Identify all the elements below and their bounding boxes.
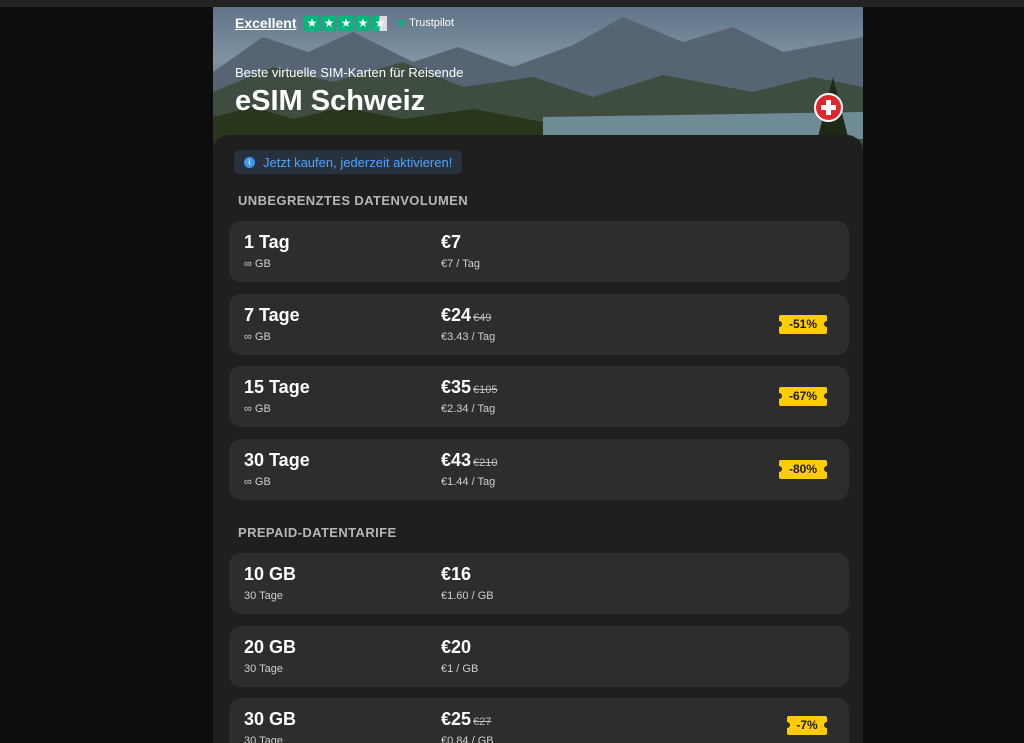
trustpilot-brand-name: Trustpilot	[409, 17, 454, 29]
plan-unit-price: €2.34 / Tag	[441, 403, 496, 415]
plan-old-price: €49	[473, 312, 492, 324]
plan-row-1-tag[interactable]: 1 Tag ∞ GB €7 €7 / Tag	[229, 221, 849, 282]
star-icon: ★	[338, 15, 354, 31]
plan-price-value: €24	[441, 305, 472, 325]
star-icon: ★	[321, 15, 337, 31]
star-icon: ★	[304, 15, 320, 31]
trustpilot-rating-text[interactable]: Excellent	[235, 15, 296, 31]
plans-card: i Jetzt kaufen, jederzeit aktivieren! UN…	[213, 135, 863, 743]
plan-name: 30 Tage	[244, 450, 310, 470]
plan-row-30-gb[interactable]: 30 GB 30 Tage €25 €27 €0.84 / GB -7%	[229, 698, 849, 743]
discount-badge: -67%	[776, 387, 830, 406]
plan-price-value: €7	[441, 232, 462, 252]
plan-price-value: €35	[441, 377, 472, 397]
plan-validity: 30 Tage	[244, 590, 283, 602]
trustpilot-logo: ★ Trustpilot	[395, 15, 453, 31]
plan-data: ∞ GB	[244, 258, 271, 270]
plan-unit-price: €7 / Tag	[441, 258, 480, 270]
hero-subtitle: Beste virtuelle SIM-Karten für Reisende	[235, 65, 464, 80]
star-icon: ★	[355, 15, 371, 31]
info-icon: i	[244, 156, 255, 168]
plan-row-7-tage[interactable]: 7 Tage ∞ GB €24 €49 €3.43 / Tag -51%	[229, 294, 849, 355]
plan-data: ∞ GB	[244, 331, 271, 343]
plan-price: €7	[441, 232, 461, 253]
half-star-icon: ★	[372, 15, 388, 31]
plan-price: €24 €49	[441, 305, 491, 326]
plan-price: €43 €210	[441, 450, 498, 471]
plan-validity: 30 Tage	[244, 663, 283, 675]
plan-data: ∞ GB	[244, 476, 271, 488]
plan-price: €20	[441, 637, 471, 658]
plan-row-30-tage[interactable]: 30 Tage ∞ GB €43 €210 €1.44 / Tag -80%	[229, 439, 849, 500]
plan-name: 1 Tag	[244, 232, 290, 252]
esim-page-panel: Excellent ★ ★ ★ ★ ★ ★ Trustpilot Beste v…	[213, 7, 863, 743]
section-title-unlimited: UNBEGRENZTES DATENVOLUMEN	[238, 193, 469, 208]
trustpilot-stars: ★ ★ ★ ★ ★	[304, 15, 388, 31]
page-title: eSIM Schweiz	[235, 85, 426, 117]
discount-badge: -7%	[784, 716, 830, 735]
plan-row-10-gb[interactable]: 10 GB 30 Tage €16 €1.60 / GB	[229, 553, 849, 614]
plan-name: 10 GB	[244, 564, 297, 584]
plan-name: 15 Tage	[244, 377, 310, 397]
plan-price: €16	[441, 564, 471, 585]
plan-old-price: €27	[473, 716, 492, 728]
plan-unit-price: €1.44 / Tag	[441, 476, 496, 488]
plan-price-value: €16	[441, 564, 472, 584]
plan-price-value: €43	[441, 450, 472, 470]
plan-unit-price: €3.43 / Tag	[441, 331, 496, 343]
activation-info-text: Jetzt kaufen, jederzeit aktivieren!	[263, 154, 453, 170]
discount-badge: -80%	[776, 460, 830, 479]
plan-data: ∞ GB	[244, 403, 271, 415]
plan-old-price: €105	[473, 384, 498, 396]
plan-validity: 30 Tage	[244, 735, 283, 743]
section-title-prepaid: PREPAID-DATENTARIFE	[238, 525, 397, 540]
swiss-flag-icon	[814, 93, 843, 122]
browser-top-bar	[0, 0, 1024, 7]
plan-row-20-gb[interactable]: 20 GB 30 Tage €20 €1 / GB	[229, 626, 849, 687]
plan-name: 30 GB	[244, 709, 297, 729]
trustpilot-star-icon: ★	[395, 15, 408, 30]
plan-row-15-tage[interactable]: 15 Tage ∞ GB €35 €105 €2.34 / Tag -67%	[229, 366, 849, 427]
plan-price-value: €25	[441, 709, 472, 729]
plan-unit-price: €0.84 / GB	[441, 735, 494, 743]
plan-price: €35 €105	[441, 377, 498, 398]
plan-name: 20 GB	[244, 637, 297, 657]
plan-unit-price: €1 / GB	[441, 663, 479, 675]
trustpilot-rating[interactable]: Excellent ★ ★ ★ ★ ★ ★ Trustpilot	[235, 15, 454, 31]
plan-name: 7 Tage	[244, 305, 300, 325]
activation-info-banner: i Jetzt kaufen, jederzeit aktivieren!	[234, 150, 463, 174]
plan-unit-price: €1.60 / GB	[441, 590, 494, 602]
discount-badge: -51%	[776, 315, 830, 334]
plan-price-value: €20	[441, 637, 472, 657]
plan-price: €25 €27	[441, 709, 491, 730]
plan-old-price: €210	[473, 457, 498, 469]
